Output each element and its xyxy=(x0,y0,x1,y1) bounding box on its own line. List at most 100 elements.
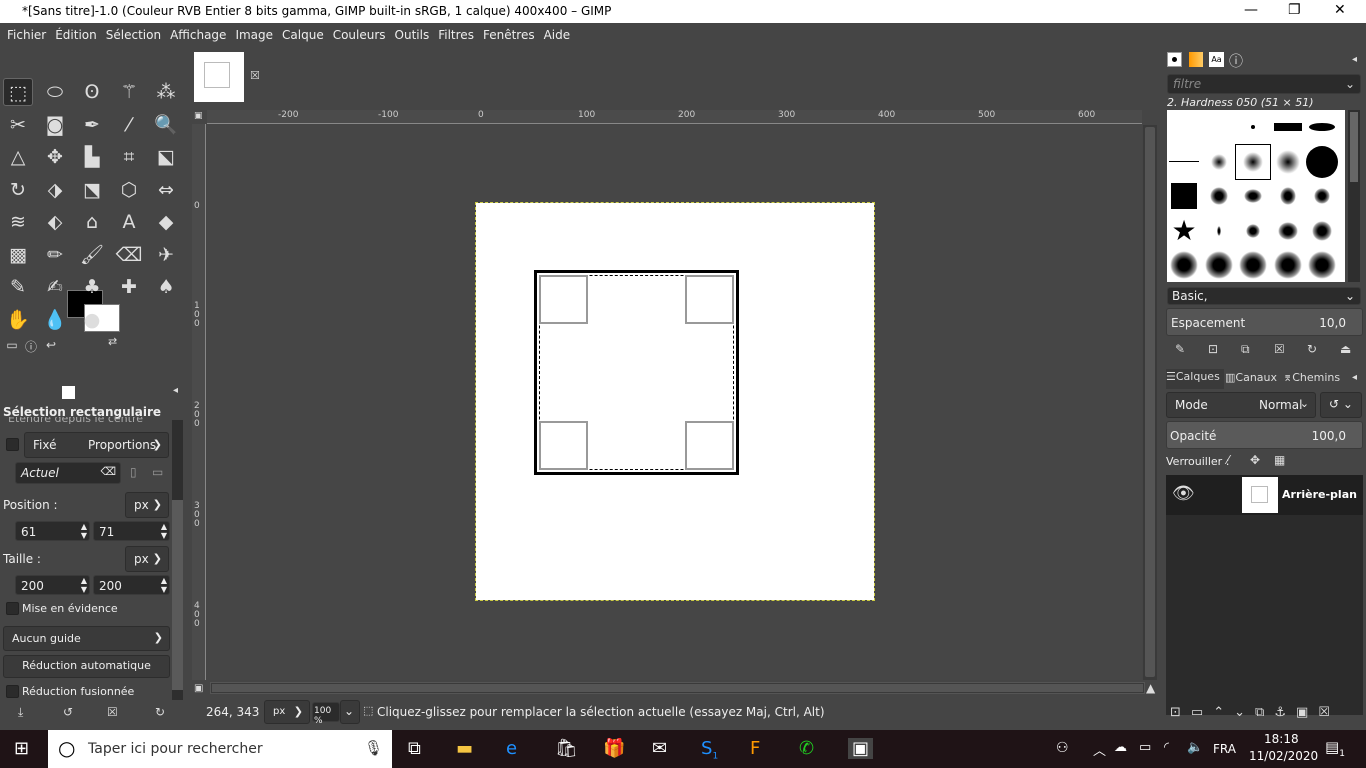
battery-icon[interactable]: ▭ xyxy=(1139,740,1151,755)
tool-rotate-icon[interactable]: ↻ xyxy=(3,176,33,204)
guides-dropdown[interactable]: Aucun guide ❯ xyxy=(3,626,170,651)
highlight-checkbox[interactable] xyxy=(6,602,19,615)
tool-color-picker-icon[interactable]: ⁄ xyxy=(114,111,144,139)
dock-menu-icon[interactable]: ◂ xyxy=(1352,372,1357,383)
image-canvas[interactable] xyxy=(475,202,875,601)
brush-item[interactable] xyxy=(1167,179,1201,213)
swap-colors-icon[interactable]: ⇄ xyxy=(108,335,117,348)
position-y-input[interactable]: 71 ▲ ▼ xyxy=(93,521,170,541)
landscape-icon[interactable]: ▭ xyxy=(152,465,163,479)
close-tab-icon[interactable]: ☒ xyxy=(250,69,260,82)
position-x-input[interactable]: 61 ▲ ▼ xyxy=(15,521,90,541)
vertical-scrollbar[interactable] xyxy=(1143,125,1157,680)
lock-position-icon[interactable]: ✥ xyxy=(1250,453,1260,467)
menu-outils[interactable]: Outils xyxy=(395,23,435,47)
brush-item[interactable] xyxy=(1202,214,1236,248)
tool-move-icon[interactable]: ✥ xyxy=(40,143,70,171)
open-brush-icon[interactable]: ⏏ xyxy=(1340,342,1351,356)
options-scrollbar[interactable] xyxy=(172,420,183,700)
tool-unified-transform-icon[interactable]: ⬕ xyxy=(151,143,181,171)
maximize-button[interactable]: ❐ xyxy=(1288,2,1301,18)
layer-name[interactable]: Arrière-plan xyxy=(1282,488,1357,501)
store-icon[interactable]: 🛍 xyxy=(555,738,578,759)
zoom-on-resize-icon[interactable]: ▲ xyxy=(1146,681,1155,695)
brushes-tab-icon[interactable] xyxy=(1167,52,1182,67)
brush-scrollbar[interactable] xyxy=(1348,110,1360,282)
tool-paths-icon[interactable]: ✒ xyxy=(77,111,107,139)
delete-layer-icon[interactable]: ☒ xyxy=(1318,705,1340,720)
selection-handle[interactable] xyxy=(539,421,588,470)
expand-from-center-option[interactable]: Étendre depuis le centre xyxy=(8,417,143,424)
minimize-button[interactable]: — xyxy=(1244,2,1258,18)
file-explorer-icon[interactable]: ▬ xyxy=(456,738,473,759)
menu-selection[interactable]: Sélection xyxy=(106,23,166,47)
brush-item[interactable] xyxy=(1202,179,1236,213)
whatsapp-icon[interactable]: ✆ xyxy=(799,738,814,759)
brush-item[interactable] xyxy=(1167,248,1201,282)
menu-filtres[interactable]: Filtres xyxy=(438,23,479,47)
tool-airbrush-icon[interactable]: ✈ xyxy=(151,241,181,269)
auto-shrink-button[interactable]: Réduction automatique xyxy=(3,655,170,678)
tab-chemins[interactable]: ⌆Chemins xyxy=(1283,371,1340,384)
brush-item[interactable] xyxy=(1235,143,1271,180)
brush-item[interactable] xyxy=(1305,248,1339,282)
help-tab-icon[interactable]: ⓘ xyxy=(1229,51,1243,71)
menu-aide[interactable]: Aide xyxy=(544,23,576,47)
brush-grid[interactable]: ★ xyxy=(1167,110,1345,282)
new-group-icon[interactable]: ▭ xyxy=(1191,705,1213,720)
tool-shear-icon[interactable]: ⬗ xyxy=(40,176,70,204)
tool-cage-icon[interactable]: ⌂ xyxy=(77,208,107,236)
horizontal-ruler[interactable]: -200 -100 0 100 200 300 400 500 600 xyxy=(207,110,1142,124)
device-status-tab-icon[interactable]: ⓘ xyxy=(22,338,40,354)
search-box[interactable]: ○ Taper ici pour rechercher 🎙 xyxy=(48,730,392,768)
menu-calque[interactable]: Calque xyxy=(282,23,329,47)
tool-perspective-clone-icon[interactable]: ♠ xyxy=(151,273,181,301)
layer-mode-dropdown[interactable]: Mode Normal ⌄ xyxy=(1166,392,1316,418)
language-indicator[interactable]: FRA xyxy=(1213,742,1236,756)
windows-start-icon[interactable]: ⊞ xyxy=(14,738,29,759)
brush-item[interactable] xyxy=(1236,179,1270,213)
tool-foreground-select-icon[interactable]: ◙ xyxy=(40,111,70,139)
tool-dodge-burn-icon[interactable]: ● xyxy=(77,306,107,334)
menu-fenetres[interactable]: Fenêtres xyxy=(483,23,540,47)
mail-icon[interactable]: ✉ xyxy=(652,738,667,759)
eye-visibility-icon[interactable]: 👁 xyxy=(1172,483,1195,504)
skype-icon[interactable]: S1 xyxy=(701,738,718,762)
tool-flip-icon[interactable]: ⇔ xyxy=(151,176,181,204)
tool-bucket-fill-icon[interactable]: ◆ xyxy=(151,208,181,236)
delete-options-icon[interactable]: ☒ xyxy=(107,705,118,719)
brush-item[interactable] xyxy=(1202,110,1236,144)
image-tab-thumbnail[interactable] xyxy=(194,52,244,102)
brush-item[interactable] xyxy=(1271,248,1305,282)
tool-eraser-icon[interactable]: ⌫ xyxy=(114,241,144,269)
tool-blur-icon[interactable]: 💧 xyxy=(40,306,70,334)
clock-time[interactable]: 18:18 xyxy=(1264,732,1299,746)
delete-brush-icon[interactable]: ☒ xyxy=(1274,342,1285,356)
layer-row[interactable]: 👁 Arrière-plan xyxy=(1166,475,1363,515)
notifications-icon[interactable]: ▤1 xyxy=(1325,738,1345,759)
portrait-icon[interactable]: ▯ xyxy=(130,465,137,479)
tool-handle-transform-icon[interactable]: ⬖ xyxy=(40,208,70,236)
canvas-area[interactable] xyxy=(207,125,1142,680)
fixed-checkbox[interactable] xyxy=(6,438,19,451)
spin-icon[interactable]: ▲ ▼ xyxy=(81,576,87,594)
brush-item[interactable] xyxy=(1305,110,1339,144)
spacing-slider[interactable]: Espacement 10,0 xyxy=(1166,308,1363,336)
tool-fuzzy-select-icon[interactable]: ⚚ xyxy=(114,78,144,106)
tool-smudge-icon[interactable]: ✋ xyxy=(3,306,33,334)
tool-pencil-icon[interactable]: ✏ xyxy=(40,241,70,269)
brush-item[interactable]: ★ xyxy=(1167,214,1201,248)
reset-options-icon[interactable]: ↻ xyxy=(155,705,165,719)
save-options-icon[interactable]: ⤓ xyxy=(18,705,23,720)
tab-canaux[interactable]: ▥Canaux xyxy=(1225,371,1277,384)
tool-heal-icon[interactable]: ✚ xyxy=(114,273,144,301)
tool-gradient-icon[interactable]: ▩ xyxy=(3,241,33,269)
dock-menu-icon[interactable]: ◂ xyxy=(173,385,178,396)
close-button[interactable]: ✕ xyxy=(1334,2,1346,18)
dock-menu-icon[interactable]: ◂ xyxy=(1352,54,1357,65)
tool-ink-icon[interactable]: ✎ xyxy=(3,273,33,301)
tool-mypaint-icon[interactable]: ✍ xyxy=(40,273,70,301)
menu-edition[interactable]: Édition xyxy=(55,23,102,47)
gimp-taskbar-icon[interactable]: ▣ xyxy=(848,738,874,759)
gift-icon[interactable]: 🎁 xyxy=(603,738,625,759)
